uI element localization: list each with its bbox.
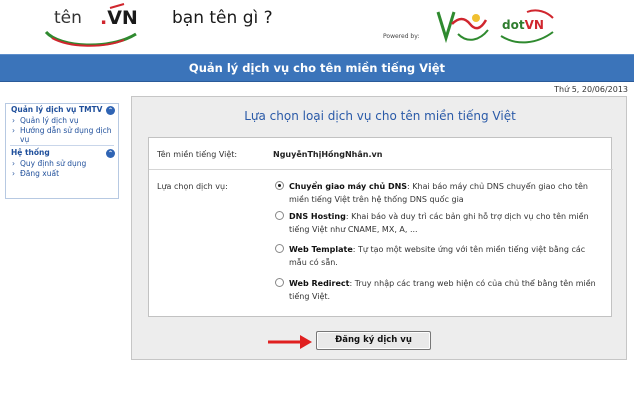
vnnic-logo-icon[interactable]	[432, 4, 492, 48]
radio-dns-hosting[interactable]	[275, 211, 284, 220]
radio-web-redirect[interactable]	[275, 278, 284, 287]
service-label: Lựa chọn dịch vụ:	[157, 182, 228, 191]
sidebar-item-quan-ly-dich-vu[interactable]: › Quản lý dịch vụ	[6, 116, 118, 125]
domain-row: Tên miền tiếng Việt: NguyễnThịHồngNhân.v…	[149, 138, 613, 170]
bullet-icon: ›	[12, 126, 15, 135]
bullet-icon: ›	[12, 159, 15, 168]
title-bar: Quản lý dịch vụ cho tên miền tiếng Việt	[0, 54, 634, 82]
register-service-button[interactable]: Đăng ký dịch vụ	[316, 331, 431, 350]
dotvn-logo[interactable]: dotVN	[497, 6, 557, 46]
ten-vn-logo[interactable]: tên .VN	[40, 2, 144, 47]
radio-web-template[interactable]	[275, 244, 284, 253]
domain-value: NguyễnThịHồngNhân.vn	[273, 150, 383, 159]
sidebar-section-tmtv[interactable]: Quản lý dịch vụ TMTV ⌃	[6, 104, 118, 116]
sidebar-item-dang-xuat[interactable]: › Đăng xuất	[6, 169, 118, 178]
bullet-icon: ›	[12, 116, 15, 125]
service-form: Tên miền tiếng Việt: NguyễnThịHồngNhân.v…	[148, 137, 613, 317]
red-arrow-icon	[268, 335, 312, 349]
sidebar-section-he-thong[interactable]: Hệ thống ⌃	[6, 147, 118, 159]
page-title: Quản lý dịch vụ cho tên miền tiếng Việt	[188, 61, 446, 75]
sidebar-item-huong-dan[interactable]: › Hướng dẫn sử dụng dịch vụ	[6, 126, 118, 144]
sidebar-divider	[10, 145, 114, 146]
option-web-redirect[interactable]: Web Redirect: Truy nhập các trang web hi…	[275, 277, 605, 303]
option-dns-hosting[interactable]: DNS Hosting: Khai báo và duy trì các bản…	[275, 210, 605, 236]
powered-by-label: Powered by:	[383, 33, 420, 40]
option-dns-transfer[interactable]: Chuyển giao máy chủ DNS: Khai báo máy ch…	[275, 180, 605, 206]
panel-title: Lựa chọn loại dịch vụ cho tên miền tiếng…	[244, 109, 516, 123]
site-header: tên .VN bạn tên gì ? Powered by: dotVN	[0, 0, 634, 52]
slogan: bạn tên gì ?	[172, 8, 273, 28]
radio-dns-transfer[interactable]	[275, 181, 284, 190]
date-label: Thứ 5, 20/06/2013	[554, 85, 628, 94]
bullet-icon: ›	[12, 169, 15, 178]
collapse-icon[interactable]: ⌃	[106, 106, 115, 115]
domain-label: Tên miền tiếng Việt:	[157, 150, 238, 159]
sidebar-menu: Quản lý dịch vụ TMTV ⌃ › Quản lý dịch vụ …	[5, 103, 119, 199]
collapse-icon[interactable]: ⌃	[106, 149, 115, 158]
sidebar-item-quy-dinh[interactable]: › Quy định sử dụng	[6, 159, 118, 168]
service-selection-panel: Lựa chọn loại dịch vụ cho tên miền tiếng…	[131, 96, 627, 360]
option-web-template[interactable]: Web Template: Tự tạo một website ứng với…	[275, 243, 605, 269]
logo-vn-text: .VN	[100, 7, 138, 29]
logo-ten-text: tên	[54, 8, 82, 28]
